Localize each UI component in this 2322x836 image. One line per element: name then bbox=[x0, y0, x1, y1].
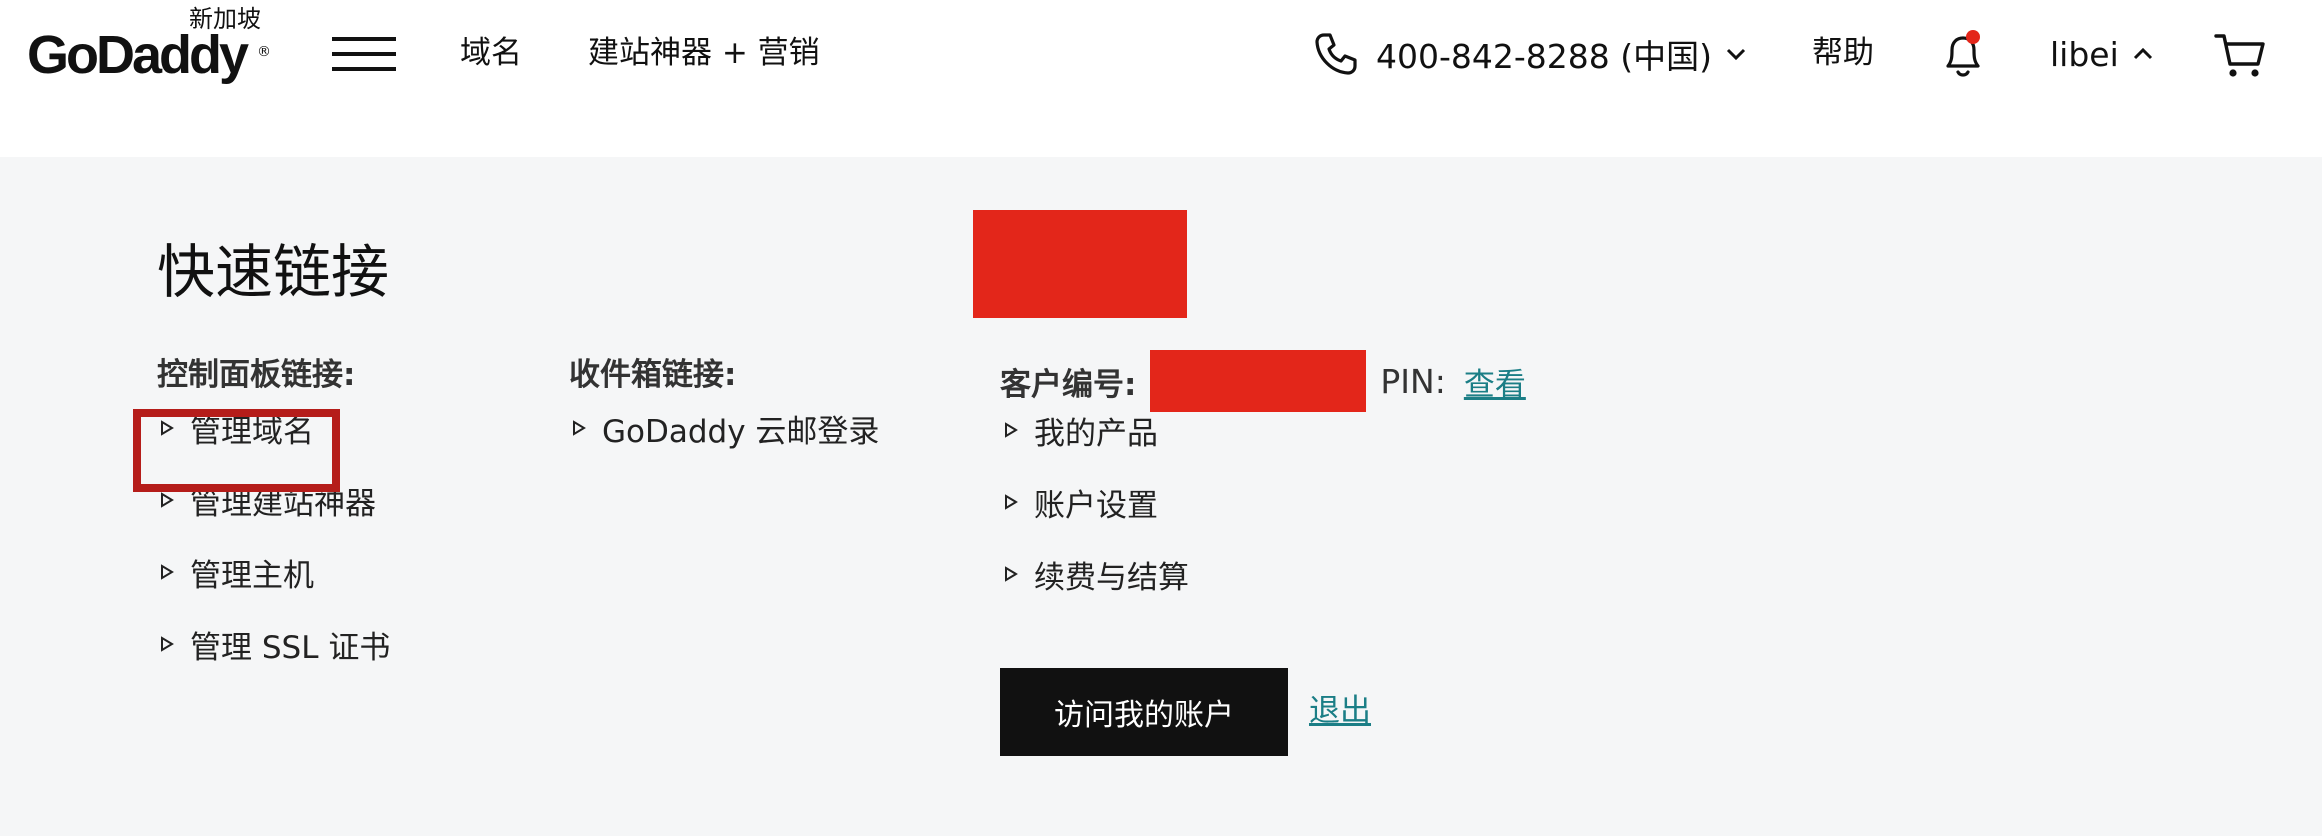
link-label: 管理域名 bbox=[190, 413, 314, 450]
renewals-billing-link[interactable]: 续费与结算 bbox=[1004, 538, 1189, 610]
hamburger-line bbox=[332, 52, 396, 56]
manage-ssl-link[interactable]: 管理 SSL 证书 bbox=[160, 608, 390, 680]
account-links-list: 我的产品 账户设置 续费与结算 bbox=[1004, 394, 1189, 610]
redacted-block bbox=[973, 210, 1187, 318]
pin-label: PIN: bbox=[1380, 361, 1446, 401]
link-label: 管理 SSL 证书 bbox=[190, 629, 391, 666]
phone-number: 400-842-8288 (中国) bbox=[1376, 37, 1713, 76]
quick-links-title: 快速链接 bbox=[157, 238, 390, 306]
triangle-right-icon bbox=[161, 492, 174, 508]
chevron-down-icon bbox=[1726, 48, 1746, 61]
nav-builder-marketing-link[interactable]: 建站神器 + 营销 bbox=[588, 32, 820, 74]
godaddy-webmail-login-link[interactable]: GoDaddy 云邮登录 bbox=[572, 392, 879, 464]
top-header: GoDaddy 新加坡 ® 域名 建站神器 + 营销 400-842-8288 … bbox=[0, 0, 2322, 157]
nav-domains-link[interactable]: 域名 bbox=[460, 32, 522, 74]
control-panel-links-list: 管理域名 管理建站神器 管理主机 管理 SSL 证书 bbox=[160, 392, 390, 680]
hamburger-line bbox=[332, 37, 396, 41]
triangle-right-icon bbox=[161, 636, 174, 652]
link-label: 管理主机 bbox=[190, 557, 314, 594]
link-label: 账户设置 bbox=[1034, 487, 1158, 524]
control-panel-links-heading: 控制面板链接: bbox=[157, 357, 356, 393]
shopping-cart-icon[interactable] bbox=[2214, 30, 2266, 82]
triangle-right-icon bbox=[161, 420, 174, 436]
phone-icon bbox=[1315, 33, 1357, 75]
manage-domains-link[interactable]: 管理域名 bbox=[160, 392, 390, 464]
logo-registered-mark: ® bbox=[257, 44, 271, 60]
link-label: GoDaddy 云邮登录 bbox=[602, 413, 880, 450]
account-settings-link[interactable]: 账户设置 bbox=[1004, 466, 1189, 538]
logo-region-label: 新加坡 bbox=[189, 5, 261, 33]
inbox-links-list: GoDaddy 云邮登录 bbox=[572, 392, 879, 464]
logout-link[interactable]: 退出 bbox=[1309, 689, 1371, 733]
triangle-right-icon bbox=[1005, 494, 1018, 510]
godaddy-logo[interactable]: GoDaddy 新加坡 ® bbox=[27, 5, 277, 90]
triangle-right-icon bbox=[573, 420, 586, 436]
triangle-right-icon bbox=[1005, 422, 1018, 438]
my-products-link[interactable]: 我的产品 bbox=[1004, 394, 1189, 466]
visit-my-account-button[interactable]: 访问我的账户 bbox=[1000, 668, 1288, 756]
user-account-menu[interactable]: libei bbox=[2050, 30, 2153, 78]
notification-dot bbox=[1966, 30, 1980, 44]
hamburger-menu-icon[interactable] bbox=[332, 37, 396, 71]
notification-bell-icon[interactable] bbox=[1940, 28, 1986, 80]
link-label: 管理建站神器 bbox=[190, 485, 376, 522]
hamburger-line bbox=[332, 67, 396, 71]
phone-support-dropdown[interactable]: 400-842-8288 (中国) bbox=[1312, 30, 1746, 78]
help-link[interactable]: 帮助 bbox=[1812, 32, 1874, 74]
pin-view-link[interactable]: 查看 bbox=[1464, 359, 1526, 404]
username: libei bbox=[2050, 34, 2119, 74]
link-label: 续费与结算 bbox=[1034, 559, 1189, 596]
triangle-right-icon bbox=[161, 564, 174, 580]
chevron-up-icon bbox=[2133, 47, 2152, 60]
inbox-links-heading: 收件箱链接: bbox=[569, 357, 737, 393]
link-label: 我的产品 bbox=[1034, 415, 1158, 452]
triangle-right-icon bbox=[1005, 566, 1018, 582]
quick-links-panel: 快速链接 控制面板链接: 管理域名 管理建站神器 管理主机 管理 SSL 证书 … bbox=[0, 157, 2322, 836]
manage-hosting-link[interactable]: 管理主机 bbox=[160, 536, 390, 608]
manage-website-builder-link[interactable]: 管理建站神器 bbox=[160, 464, 390, 536]
